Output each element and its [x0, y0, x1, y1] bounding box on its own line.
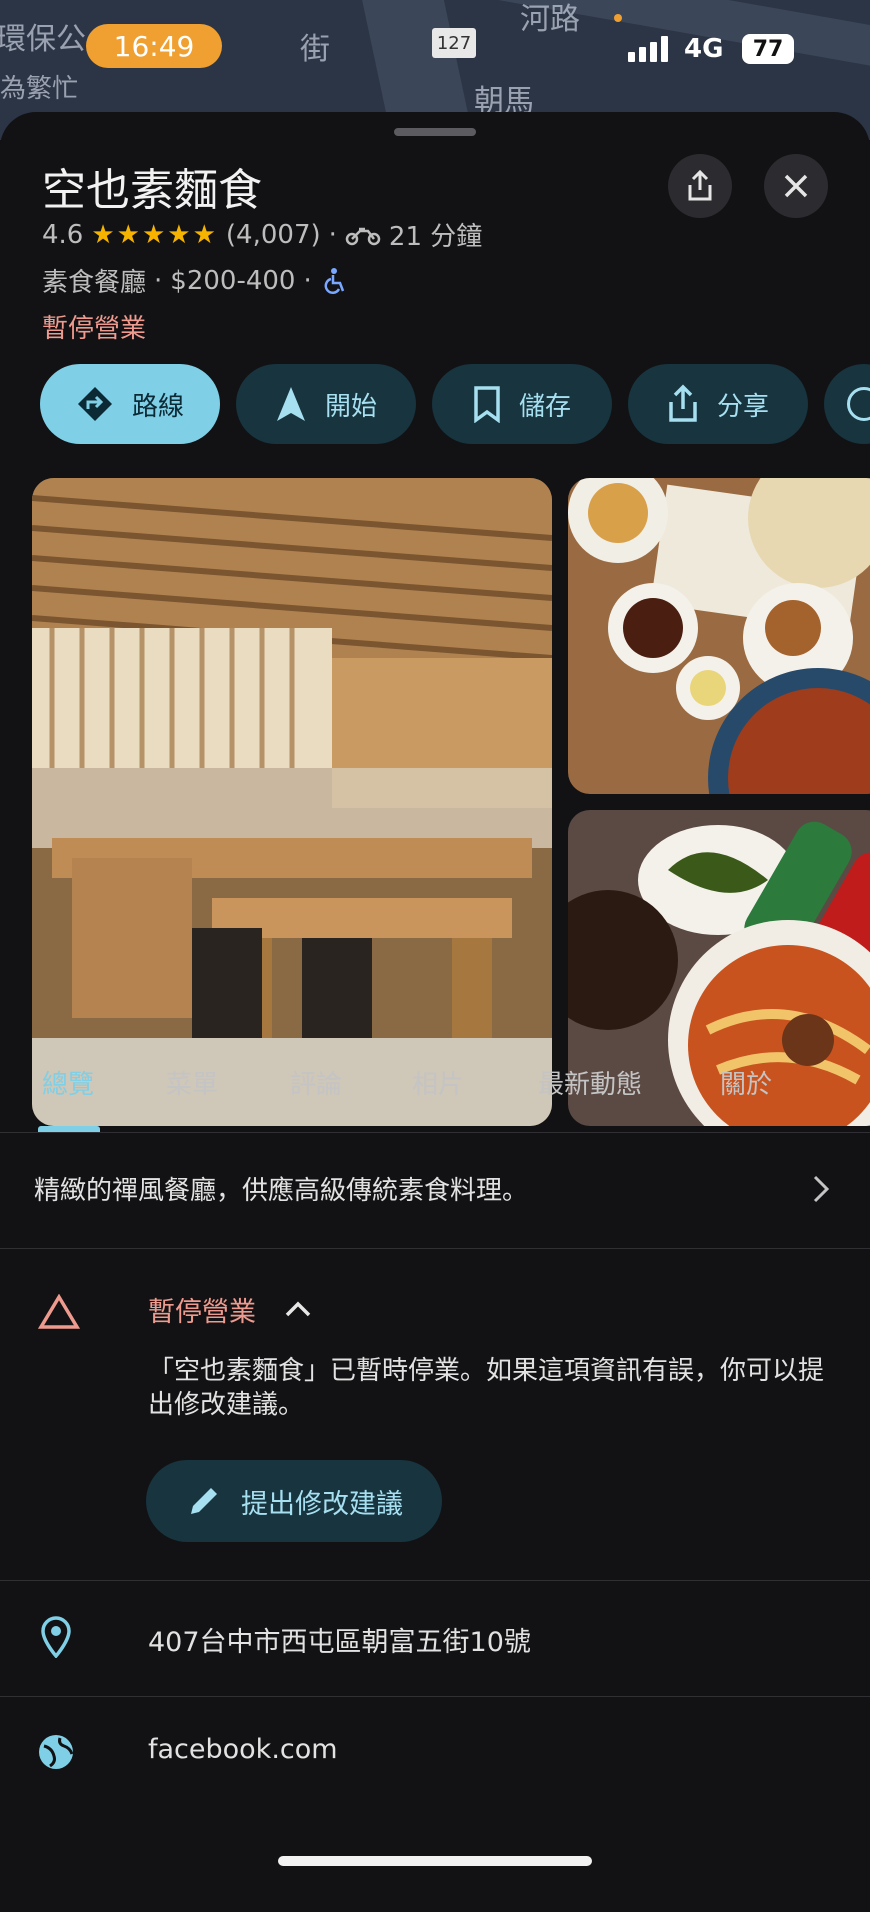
directions-button[interactable]: 路線 — [40, 364, 220, 444]
directions-icon — [77, 387, 112, 421]
drag-handle[interactable] — [394, 128, 476, 136]
tab-photos[interactable]: 相片 — [412, 1064, 464, 1101]
status-closed: 暫停營業 — [42, 314, 147, 344]
privacy-indicator-dot — [614, 14, 622, 22]
tab-about[interactable]: 關於 — [720, 1064, 772, 1101]
home-indicator[interactable] — [278, 1856, 592, 1866]
closure-text: 「空也素麵食」已暫時停業。如果這項資訊有誤，你可以提出修改建議。 — [148, 1356, 825, 1420]
tab-bar: 總覽 菜單 評論 相片 最新動態 關於 — [0, 1032, 870, 1133]
closure-heading[interactable]: 暫停營業 — [148, 1290, 256, 1329]
tab-menu[interactable]: 菜單 — [166, 1064, 218, 1101]
address-row[interactable]: 407台中市西屯區朝富五街10號 — [0, 1582, 870, 1697]
battery-icon: 77 — [742, 34, 794, 64]
map-label: 環保公 — [0, 22, 86, 57]
share-label: 分享 — [716, 391, 769, 422]
map-label: 街 — [300, 32, 330, 67]
rating-value: 4.6 — [42, 219, 84, 250]
review-count: (4,007) — [225, 219, 321, 250]
place-description: 精緻的禪風餐廳，供應高級傳統素食料理。 — [34, 1176, 529, 1206]
separator-dot: · — [154, 265, 163, 296]
chevron-right-icon — [813, 1175, 830, 1203]
restaurant-interior-image — [32, 478, 552, 1126]
share-button[interactable]: 分享 — [628, 364, 808, 444]
route-shield: 127 — [432, 28, 476, 58]
travel-time: 21 分鐘 — [388, 222, 483, 252]
share-icon — [669, 384, 697, 422]
website-link[interactable]: facebook.com — [148, 1734, 338, 1765]
rating-stars: ★★★★★ — [91, 219, 218, 250]
pencil-icon — [191, 1488, 217, 1514]
status-time: 16:49 — [86, 24, 222, 68]
category-row: 素食餐廳 · $200-400 · — [42, 262, 346, 299]
description-row[interactable]: 精緻的禪風餐廳，供應高級傳統素食料理。 — [0, 1134, 870, 1249]
battery-level: 77 — [752, 36, 784, 62]
photo-interior[interactable] — [32, 478, 552, 1126]
bookmark-icon — [474, 386, 500, 423]
more-action-icon — [847, 387, 870, 421]
chevron-up-icon[interactable] — [284, 1300, 312, 1318]
price-range: $200-400 — [170, 265, 296, 296]
start-label: 開始 — [324, 391, 377, 422]
close-icon — [784, 174, 808, 198]
map-label: 河路 — [520, 2, 580, 37]
tab-updates[interactable]: 最新動態 — [538, 1064, 642, 1101]
start-button[interactable]: 開始 — [236, 364, 416, 444]
suggest-edit-label: 提出修改建議 — [241, 1488, 403, 1520]
warning-icon — [38, 1294, 80, 1329]
tab-overview[interactable]: 總覽 — [42, 1064, 94, 1101]
rating-row[interactable]: 4.6 ★★★★★ (4,007) · 21 分鐘 — [42, 216, 482, 253]
separator-dot: · — [328, 219, 337, 250]
address-text: 407台中市西屯區朝富五街10號 — [148, 1627, 531, 1658]
active-tab-indicator — [38, 1126, 100, 1132]
place-category: 素食餐廳 — [42, 268, 147, 298]
photo-dishes-1[interactable] — [568, 478, 870, 794]
navigation-arrow-icon — [276, 387, 305, 421]
save-button[interactable]: 儲存 — [432, 364, 612, 444]
website-row[interactable]: facebook.com — [0, 1698, 870, 1812]
share-button-top[interactable] — [668, 154, 732, 218]
action-chips: 路線 開始 儲存 分享 — [40, 364, 870, 444]
signal-strength-icon — [628, 36, 668, 62]
motorcycle-icon — [345, 227, 381, 245]
place-title: 空也素麵食 — [42, 165, 262, 216]
directions-label: 路線 — [131, 391, 184, 422]
share-icon — [688, 169, 712, 201]
separator-dot: · — [303, 265, 312, 296]
close-button[interactable] — [764, 154, 828, 218]
closure-section: 暫停營業 「空也素麵食」已暫時停業。如果這項資訊有誤，你可以提出修改建議。 提出… — [0, 1250, 870, 1581]
save-label: 儲存 — [518, 391, 571, 422]
location-pin-icon — [41, 1616, 71, 1658]
network-type: 4G — [684, 34, 724, 64]
globe-icon — [39, 1735, 74, 1769]
wheelchair-accessible-icon — [324, 267, 344, 294]
food-dishes-image — [568, 478, 870, 794]
more-action-button[interactable] — [824, 364, 870, 444]
tab-reviews[interactable]: 評論 — [290, 1064, 342, 1101]
map-label: 為繁忙 — [0, 74, 79, 104]
suggest-edit-button[interactable]: 提出修改建議 — [146, 1460, 442, 1542]
